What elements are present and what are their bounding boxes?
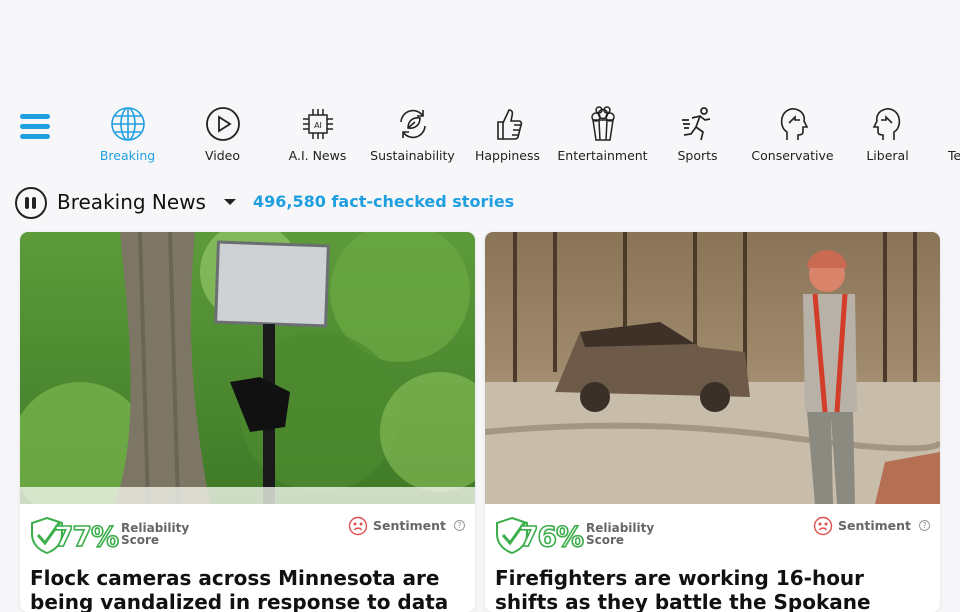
nav-item-sports[interactable]: Sports: [650, 106, 745, 163]
nav-item-breaking[interactable]: Breaking: [80, 106, 175, 163]
card-image: [20, 232, 475, 504]
menu-button[interactable]: [20, 114, 50, 142]
top-spacer: [0, 0, 960, 100]
help-icon[interactable]: ?: [919, 520, 930, 531]
nav-item-label: Te: [948, 148, 960, 163]
runner-icon: [681, 107, 710, 141]
score-row: 76% Reliability Score Sentiment ?: [495, 514, 930, 554]
news-card[interactable]: 76% Reliability Score Sentiment ? Firefig…: [485, 232, 940, 612]
pause-button[interactable]: [15, 187, 47, 219]
nav-item-label: Conservative: [751, 148, 834, 163]
score-row: 77% Reliability Score Sentiment ?: [30, 514, 465, 554]
frown-face-icon: [813, 516, 833, 536]
reliability-label: Reliability Score: [586, 521, 655, 547]
nav-item-label: Sports: [677, 148, 718, 163]
head-right-icon: [780, 108, 808, 140]
section-header: Breaking News 496,580 fact-checked stori…: [15, 186, 955, 220]
category-nav: Breaking Video AI A.I. News Sustainabili…: [0, 100, 960, 170]
sentiment: Sentiment ?: [790, 516, 930, 536]
reliability-label: Reliability Score: [121, 521, 190, 547]
nav-item-tech[interactable]: Te: [935, 106, 960, 163]
reliability-score: 77%: [53, 519, 120, 554]
nav-item-ai-news[interactable]: AI A.I. News: [270, 106, 365, 163]
recycle-leaf-icon: [399, 109, 426, 139]
card-headline[interactable]: Firefighters are working 16-hour shifts …: [495, 566, 930, 612]
nav-item-entertainment[interactable]: Entertainment: [555, 106, 650, 163]
nav-item-label: Happiness: [474, 148, 541, 163]
pause-icon: [25, 197, 29, 209]
head-left-icon: [872, 108, 900, 140]
nav-item-label: Sustainability: [370, 148, 455, 163]
reliability-score: 76%: [518, 519, 585, 554]
nav-item-conservative[interactable]: Conservative: [745, 106, 840, 163]
ai-chip-icon: AI: [302, 109, 333, 139]
nav-item-label: Liberal: [866, 148, 909, 163]
sentiment-label: Sentiment: [372, 518, 446, 533]
news-card[interactable]: 77% Reliability Score Sentiment ? Flock c…: [20, 232, 475, 612]
card-headline[interactable]: Flock cameras across Minnesota are being…: [30, 566, 465, 612]
story-count: 496,580 fact-checked stories: [253, 192, 515, 211]
thumbs-up-icon: [496, 109, 522, 140]
nav-item-label: Breaking: [99, 148, 156, 163]
sentiment-label: Sentiment: [837, 518, 911, 533]
nav-item-label: Video: [204, 148, 241, 163]
section-title[interactable]: Breaking News: [57, 190, 206, 214]
nav-item-happiness[interactable]: Happiness: [460, 106, 555, 163]
svg-text:AI: AI: [314, 121, 322, 130]
nav-item-video[interactable]: Video: [175, 106, 270, 163]
help-icon[interactable]: ?: [454, 520, 465, 531]
nav-item-label: A.I. News: [288, 148, 347, 163]
nav-item-label: Entertainment: [557, 148, 648, 163]
nav-item-liberal[interactable]: Liberal: [840, 106, 935, 163]
chevron-down-icon[interactable]: [224, 199, 236, 205]
frown-face-icon: [348, 516, 368, 536]
sentiment: Sentiment ?: [325, 516, 465, 536]
hamburger-icon: [20, 114, 50, 119]
globe-icon: [110, 107, 145, 141]
card-image: [485, 232, 940, 504]
nav-item-sustainability[interactable]: Sustainability: [365, 106, 460, 163]
popcorn-icon: [590, 106, 615, 141]
play-icon: [205, 107, 240, 141]
